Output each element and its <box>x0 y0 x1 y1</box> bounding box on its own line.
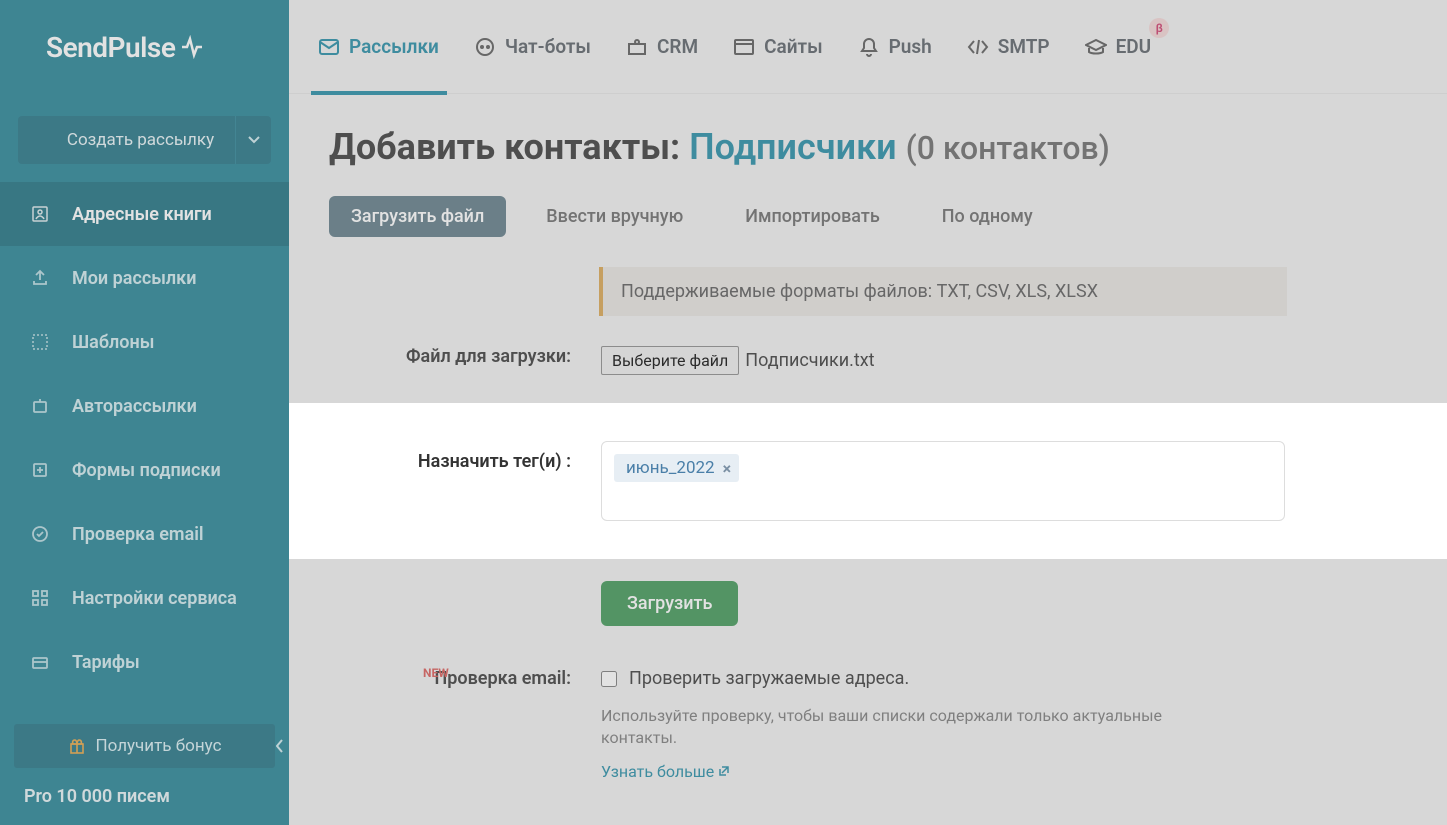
sidebar-item-label: Шаблоны <box>72 332 154 353</box>
plan-name: Pro 10 000 писем <box>0 768 289 825</box>
sidebar-item-label: Адресные книги <box>72 204 212 225</box>
code-icon <box>968 37 988 57</box>
import-tabs: Загрузить файл Ввести вручную Импортиров… <box>329 196 1407 237</box>
external-link-icon <box>718 765 730 777</box>
topnav-label: Push <box>889 35 932 58</box>
remove-tag-icon[interactable]: × <box>723 459 732 478</box>
title-prefix: Добавить контакты: <box>329 126 689 168</box>
forms-icon <box>30 460 50 480</box>
get-bonus-button[interactable]: Получить бонус <box>14 724 275 768</box>
verify-checkbox-row[interactable]: Проверить загружаемые адреса. <box>601 668 1407 689</box>
sites-icon <box>734 37 754 57</box>
file-label: Файл для загрузки: <box>389 346 601 367</box>
tag-section-highlighted: Назначить тег(и) : июнь_2022 × <box>289 403 1447 559</box>
top-navigation: Рассылки Чат-боты CRM Сайты Push SMTP ED… <box>289 0 1447 94</box>
sidebar-item-label: Формы подписки <box>72 460 221 481</box>
topnav-label: Чат-боты <box>505 35 591 58</box>
settings-icon <box>30 588 50 608</box>
logo[interactable]: SendPulse <box>0 0 289 94</box>
topnav-campaigns[interactable]: Рассылки <box>319 0 439 94</box>
upload-panel: Поддерживаемые форматы файлов: TXT, CSV,… <box>329 267 1407 811</box>
beta-badge: β <box>1149 18 1169 38</box>
topnav-label: Рассылки <box>349 35 439 58</box>
main-content: Рассылки Чат-боты CRM Сайты Push SMTP ED… <box>289 0 1447 825</box>
edu-icon <box>1086 37 1106 57</box>
upload-icon <box>30 268 50 288</box>
verify-label: NEW Проверка email: <box>389 668 601 689</box>
topnav-label: EDU <box>1116 35 1152 58</box>
topnav-sites[interactable]: Сайты <box>734 0 823 94</box>
templates-icon <box>30 332 50 352</box>
sidebar-item-address-books[interactable]: Адресные книги <box>0 182 289 246</box>
tab-manual-input[interactable]: Ввести вручную <box>524 196 705 237</box>
topnav-crm[interactable]: CRM <box>627 0 698 94</box>
automation-icon <box>30 396 50 416</box>
verify-icon <box>30 524 50 544</box>
sidebar-item-my-campaigns[interactable]: Мои рассылки <box>0 246 289 310</box>
title-count: (0 контактов) <box>906 129 1110 167</box>
sidebar: SendPulse Создать рассылку Адресные книг… <box>0 0 289 825</box>
tag-chip-label: июнь_2022 <box>626 458 715 478</box>
supported-formats-banner: Поддерживаемые форматы файлов: TXT, CSV,… <box>599 267 1287 316</box>
sidebar-item-subscription-forms[interactable]: Формы подписки <box>0 438 289 502</box>
tag-label: Назначить тег(и) : <box>389 441 601 472</box>
content-area: Добавить контакты: Подписчики (0 контакт… <box>289 94 1447 811</box>
sidebar-item-templates[interactable]: Шаблоны <box>0 310 289 374</box>
sidebar-item-service-settings[interactable]: Настройки сервиса <box>0 566 289 630</box>
sidebar-item-label: Настройки сервиса <box>72 588 237 609</box>
tab-upload-file[interactable]: Загрузить файл <box>329 196 506 237</box>
tab-one-by-one[interactable]: По одному <box>920 196 1055 237</box>
sidebar-item-label: Мои рассылки <box>72 268 196 289</box>
file-upload-row: Файл для загрузки: Выберите файл Подписч… <box>329 346 1407 375</box>
learn-more-link[interactable]: Узнать больше <box>601 762 1407 781</box>
sidebar-item-label: Проверка email <box>72 524 204 545</box>
crm-icon <box>627 37 647 57</box>
tab-import[interactable]: Импортировать <box>723 196 901 237</box>
email-verify-row: NEW Проверка email: Проверить загружаемы… <box>329 668 1407 781</box>
logo-text: SendPulse <box>46 31 175 64</box>
book-icon <box>30 204 50 224</box>
topnav-chatbots[interactable]: Чат-боты <box>475 0 591 94</box>
sidebar-item-pricing[interactable]: Тарифы <box>0 630 289 694</box>
create-campaign-button[interactable]: Создать рассылку <box>18 116 271 164</box>
upload-button[interactable]: Загрузить <box>601 581 738 626</box>
verify-description: Используйте проверку, чтобы ваши списки … <box>601 705 1241 750</box>
sidebar-item-email-verify[interactable]: Проверка email <box>0 502 289 566</box>
title-list-link[interactable]: Подписчики <box>689 126 897 168</box>
topnav-label: CRM <box>657 35 698 58</box>
gift-icon <box>68 737 86 755</box>
bell-icon <box>859 37 879 57</box>
topnav-label: SMTP <box>998 35 1050 58</box>
topnav-edu[interactable]: EDU β <box>1086 0 1152 94</box>
topnav-smtp[interactable]: SMTP <box>968 0 1050 94</box>
choose-file-button[interactable]: Выберите файл <box>601 346 739 375</box>
verify-checkbox-label: Проверить загружаемые адреса. <box>629 668 909 689</box>
pricing-icon <box>30 652 50 672</box>
topnav-label: Сайты <box>764 35 823 58</box>
mail-icon <box>319 37 339 57</box>
create-campaign-label: Создать рассылку <box>18 130 235 150</box>
bonus-label: Получить бонус <box>96 736 222 756</box>
verify-checkbox[interactable] <box>601 671 617 687</box>
chevron-left-icon[interactable] <box>271 724 289 768</box>
topnav-push[interactable]: Push <box>859 0 932 94</box>
new-badge: NEW <box>423 666 449 680</box>
tag-input[interactable]: июнь_2022 × <box>601 441 1285 521</box>
chat-icon <box>475 37 495 57</box>
sidebar-item-label: Тарифы <box>72 652 140 673</box>
chevron-down-icon <box>235 116 271 164</box>
tag-chip: июнь_2022 × <box>614 454 739 482</box>
pulse-icon <box>181 35 209 59</box>
selected-file-name: Подписчики.txt <box>745 350 874 371</box>
sidebar-item-automations[interactable]: Авторассылки <box>0 374 289 438</box>
page-title: Добавить контакты: Подписчики (0 контакт… <box>329 126 1407 168</box>
sidebar-item-label: Авторассылки <box>72 396 197 417</box>
